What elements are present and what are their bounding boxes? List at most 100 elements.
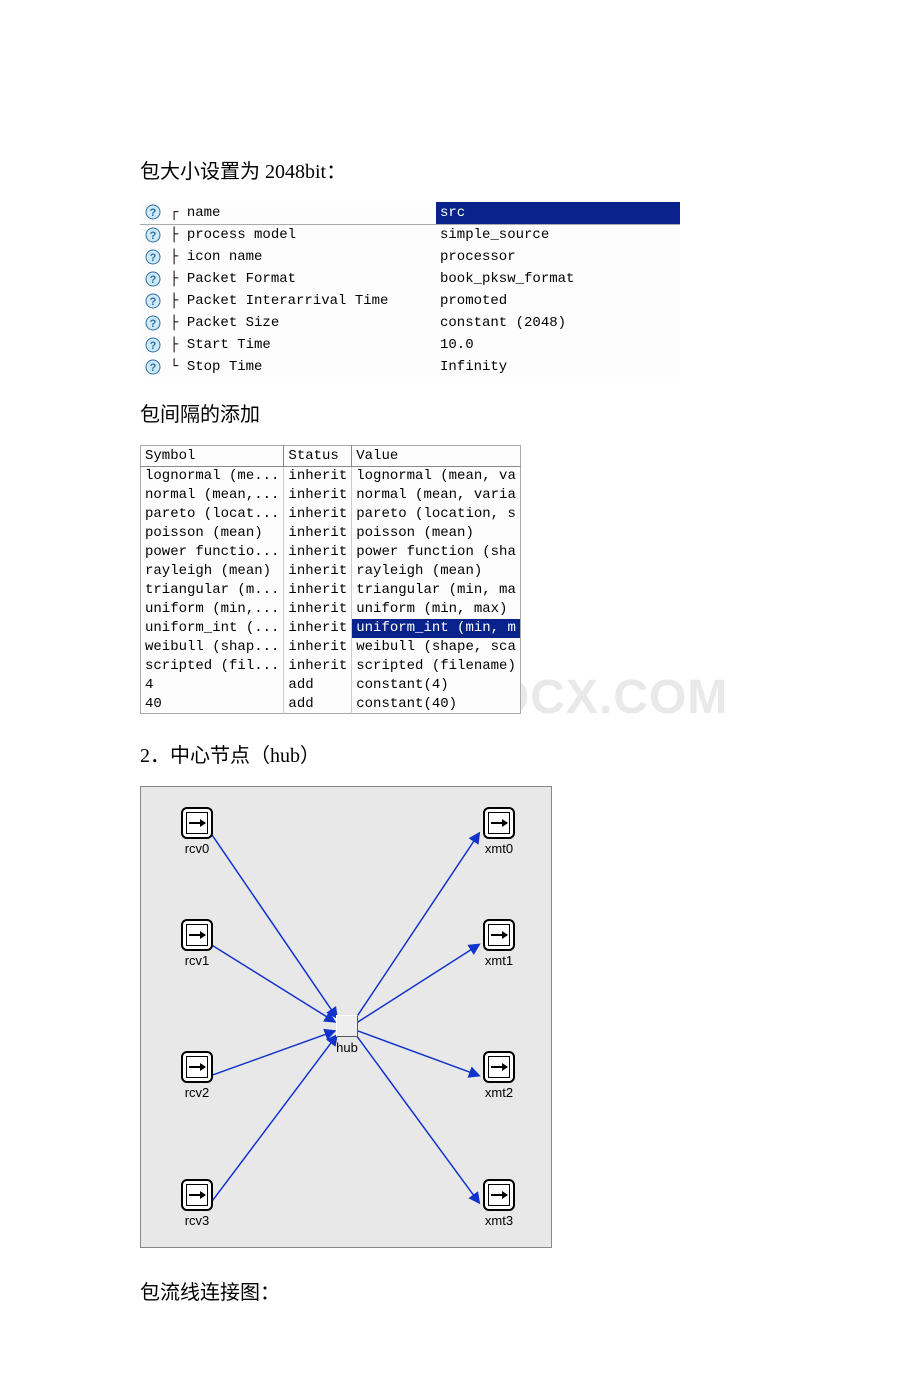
help-icon-cell[interactable]: ? [140,334,166,356]
attr-name-cell: ├ process model [166,224,436,246]
value-cell: scripted (filename) [352,657,521,676]
svg-text:?: ? [150,230,157,242]
help-icon-cell[interactable]: ? [140,246,166,268]
table-row: ? ├ process modelsimple_source [140,224,680,246]
attr-value-cell[interactable]: promoted [436,290,680,312]
value-cell: uniform_int (min, m [352,619,521,638]
table-row[interactable]: uniform_int (...inherituniform_int (min,… [141,619,521,638]
attr-value-cell[interactable]: book_pksw_format [436,268,680,290]
node-label: rcv2 [175,1085,219,1100]
value-cell: triangular (min, ma [352,581,521,600]
svg-text:?: ? [150,318,157,330]
table-row: ?├ Start Time10.0 [140,334,680,356]
status-cell: inherit [284,562,352,581]
attributes-table: ?┌ namesrc?├ process modelsimple_source?… [140,202,680,378]
hub-diagram: rcv0 rcv1 rcv2 rcv3 xmt0 xmt1 xmt2 [140,786,552,1248]
attr-name-cell: ├ icon name [166,246,436,268]
heading-flow-diagram: 包流线连接图： [140,1276,785,1305]
table-row[interactable]: normal (mean,...inheritnormal (mean, var… [141,486,521,505]
symbol-cell: 4 [141,676,284,695]
status-cell: inherit [284,657,352,676]
help-icon: ? [145,227,161,243]
transmitter-icon [483,1051,515,1083]
table-row[interactable]: uniform (min,...inherituniform (min, max… [141,600,521,619]
attr-name-cell: ├ Packet Interarrival Time [166,290,436,312]
symbol-cell: 40 [141,695,284,714]
node-rcv3: rcv3 [175,1179,219,1228]
node-xmt0: xmt0 [477,807,521,856]
attr-value-cell[interactable]: simple_source [436,224,680,246]
table-row[interactable]: pareto (locat...inheritpareto (location,… [141,505,521,524]
symbol-cell: poisson (mean) [141,524,284,543]
col-header-value: Value [352,446,521,467]
transmitter-icon [483,1179,515,1211]
attr-value-cell[interactable]: processor [436,246,680,268]
svg-text:?: ? [150,296,157,308]
status-cell: inherit [284,581,352,600]
attr-value-cell[interactable]: constant (2048) [436,312,680,334]
heading-packet-size: 包大小设置为 2048bit： [140,155,785,184]
symbol-cell: scripted (fil... [141,657,284,676]
status-cell: inherit [284,543,352,562]
value-cell: constant(4) [352,676,521,695]
help-icon-cell[interactable]: ? [140,290,166,312]
transmitter-icon [483,919,515,951]
status-cell: add [284,676,352,695]
node-label: rcv0 [175,841,219,856]
attr-name-cell: ┌ name [166,202,436,224]
status-cell: inherit [284,505,352,524]
symbol-cell: pareto (locat... [141,505,284,524]
node-label: rcv1 [175,953,219,968]
table-row[interactable]: weibull (shap...inheritweibull (shape, s… [141,638,521,657]
table-row: ?└ Stop TimeInfinity [140,356,680,378]
symbol-table: Symbol Status Value lognormal (me...inhe… [140,445,521,714]
table-row[interactable]: triangular (m...inherittriangular (min, … [141,581,521,600]
value-cell: constant(40) [352,695,521,714]
value-cell: power function (sha [352,543,521,562]
receiver-icon [181,807,213,839]
symbol-cell: triangular (m... [141,581,284,600]
value-cell: normal (mean, varia [352,486,521,505]
table-row[interactable]: rayleigh (mean)inheritrayleigh (mean) [141,562,521,581]
help-icon-cell[interactable]: ? [140,268,166,290]
help-icon-cell[interactable]: ? [140,356,166,378]
symbol-cell: weibull (shap... [141,638,284,657]
help-icon: ? [145,315,161,331]
node-label: xmt3 [477,1213,521,1228]
table-row[interactable]: poisson (mean)inheritpoisson (mean) [141,524,521,543]
node-xmt3: xmt3 [477,1179,521,1228]
attr-name-cell: ├ Packet Format [166,268,436,290]
help-icon: ? [145,249,161,265]
table-row[interactable]: lognormal (me...inheritlognormal (mean, … [141,467,521,486]
hub-label: hub [327,1040,367,1055]
status-cell: inherit [284,486,352,505]
status-cell: inherit [284,600,352,619]
symbol-cell: lognormal (me... [141,467,284,486]
symbol-cell: rayleigh (mean) [141,562,284,581]
symbol-cell: power functio... [141,543,284,562]
help-icon-cell[interactable]: ? [140,224,166,246]
status-cell: inherit [284,524,352,543]
table-row[interactable]: scripted (fil...inheritscripted (filenam… [141,657,521,676]
help-icon-cell[interactable]: ? [140,202,166,224]
attr-name-cell: ├ Start Time [166,334,436,356]
status-cell: add [284,695,352,714]
help-icon-cell[interactable]: ? [140,312,166,334]
attr-value-cell[interactable]: Infinity [436,356,680,378]
symbol-cell: normal (mean,... [141,486,284,505]
symbol-cell: uniform_int (... [141,619,284,638]
attr-value-cell[interactable]: 10.0 [436,334,680,356]
value-cell: uniform (min, max) [352,600,521,619]
table-row[interactable]: 40addconstant(40) [141,695,521,714]
table-row[interactable]: 4addconstant(4) [141,676,521,695]
value-cell: lognormal (mean, va [352,467,521,486]
table-row: ?┌ namesrc [140,202,680,224]
attr-name-cell: └ Stop Time [166,356,436,378]
table-row: ? ├ Packet Interarrival Timepromoted [140,290,680,312]
attr-name-cell: ├ Packet Size [166,312,436,334]
node-rcv0: rcv0 [175,807,219,856]
receiver-icon [181,1179,213,1211]
table-row[interactable]: power functio...inheritpower function (s… [141,543,521,562]
symbol-cell: uniform (min,... [141,600,284,619]
node-rcv1: rcv1 [175,919,219,968]
